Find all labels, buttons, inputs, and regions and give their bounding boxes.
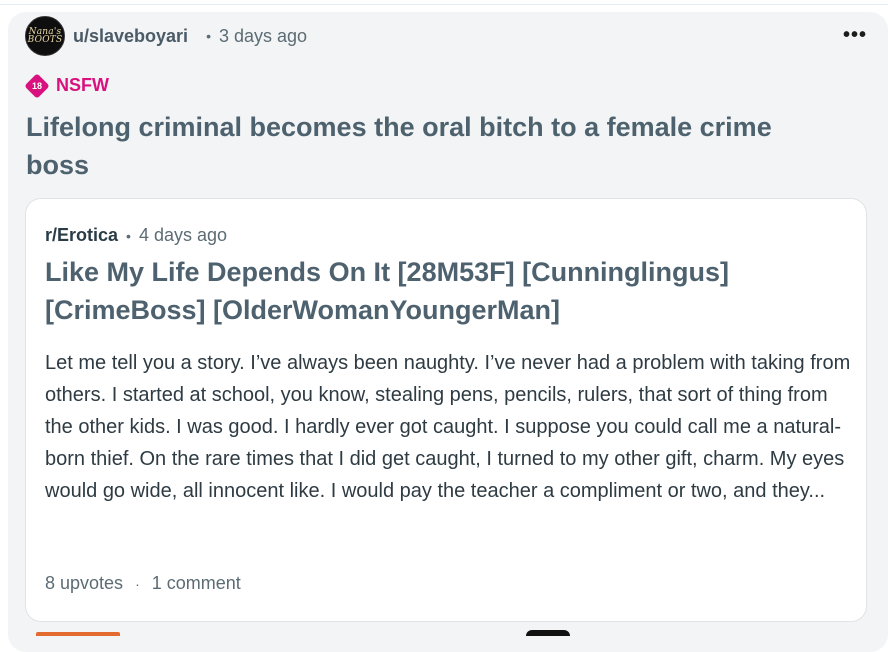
separator-dot: •: [206, 28, 211, 44]
next-post-avatar-fragment: [526, 630, 570, 636]
crosspost-embed[interactable]: r/Erotica • 4 days ago Like My Life Depe…: [25, 198, 867, 622]
avatar[interactable]: Nana's BOOTS: [25, 16, 65, 56]
crosspost-meta: r/Erotica • 4 days ago: [45, 225, 227, 246]
post-title[interactable]: Lifelong criminal becomes the oral bitch…: [26, 108, 826, 184]
nsfw-badge-number: 18: [31, 80, 42, 91]
stats-separator: ·: [135, 575, 140, 592]
subreddit-link[interactable]: r/Erotica: [45, 225, 118, 246]
crosspost-timestamp: 4 days ago: [138, 225, 228, 245]
next-post-fragment: [36, 632, 120, 636]
nsfw-icon: 18: [24, 72, 50, 99]
post-header: Nana's BOOTS u/slaveboyari • 3 days ago …: [25, 16, 875, 56]
post-card[interactable]: Nana's BOOTS u/slaveboyari • 3 days ago …: [8, 12, 888, 652]
nsfw-label: NSFW: [56, 75, 109, 95]
crosspost-body: Let me tell you a story. I’ve always bee…: [45, 352, 851, 502]
more-options-button[interactable]: •••: [843, 24, 867, 47]
upvote-count: 8 upvotes: [45, 573, 124, 593]
crosspost-title[interactable]: Like My Life Depends On It [28M53F] [Cun…: [45, 253, 835, 329]
separator-dot: •: [126, 227, 131, 244]
comment-count[interactable]: 1 comment: [152, 573, 241, 594]
top-divider: [0, 4, 888, 5]
post-timestamp: 3 days ago: [218, 25, 308, 46]
crosspost-stats: 8 upvotes · 1 comment: [45, 573, 241, 594]
avatar-logo: Nana's BOOTS: [27, 27, 63, 45]
username-link[interactable]: u/slaveboyari: [73, 26, 188, 47]
nsfw-tag: 18 NSFW: [24, 72, 109, 99]
